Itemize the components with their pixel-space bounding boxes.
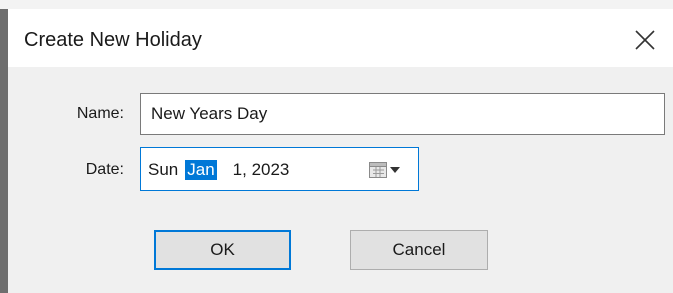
name-label: Name:	[76, 105, 124, 122]
background-window-strip	[0, 0, 673, 9]
date-value: Sun Jan 1, 2023	[148, 160, 289, 180]
date-picker[interactable]: Sun Jan 1, 2023	[140, 147, 419, 191]
title-bar: Create New Holiday	[8, 9, 673, 67]
month-segment[interactable]: Jan	[185, 160, 217, 180]
calendar-dropdown-button[interactable]	[365, 159, 415, 181]
dialog-title: Create New Holiday	[24, 29, 202, 51]
name-input[interactable]	[140, 93, 665, 135]
calendar-dropdown-icon	[369, 162, 400, 178]
weekday-segment[interactable]: Sun	[148, 160, 178, 180]
cancel-button[interactable]: Cancel	[350, 230, 488, 270]
date-label: Date:	[85, 161, 124, 178]
day-year-segment[interactable]: 1, 2023	[233, 160, 290, 180]
close-button[interactable]	[628, 23, 662, 57]
close-icon	[635, 30, 655, 50]
ok-button[interactable]: OK	[154, 230, 291, 270]
create-holiday-dialog: Create New Holiday Name: Date: Sun Jan 1…	[8, 9, 673, 293]
